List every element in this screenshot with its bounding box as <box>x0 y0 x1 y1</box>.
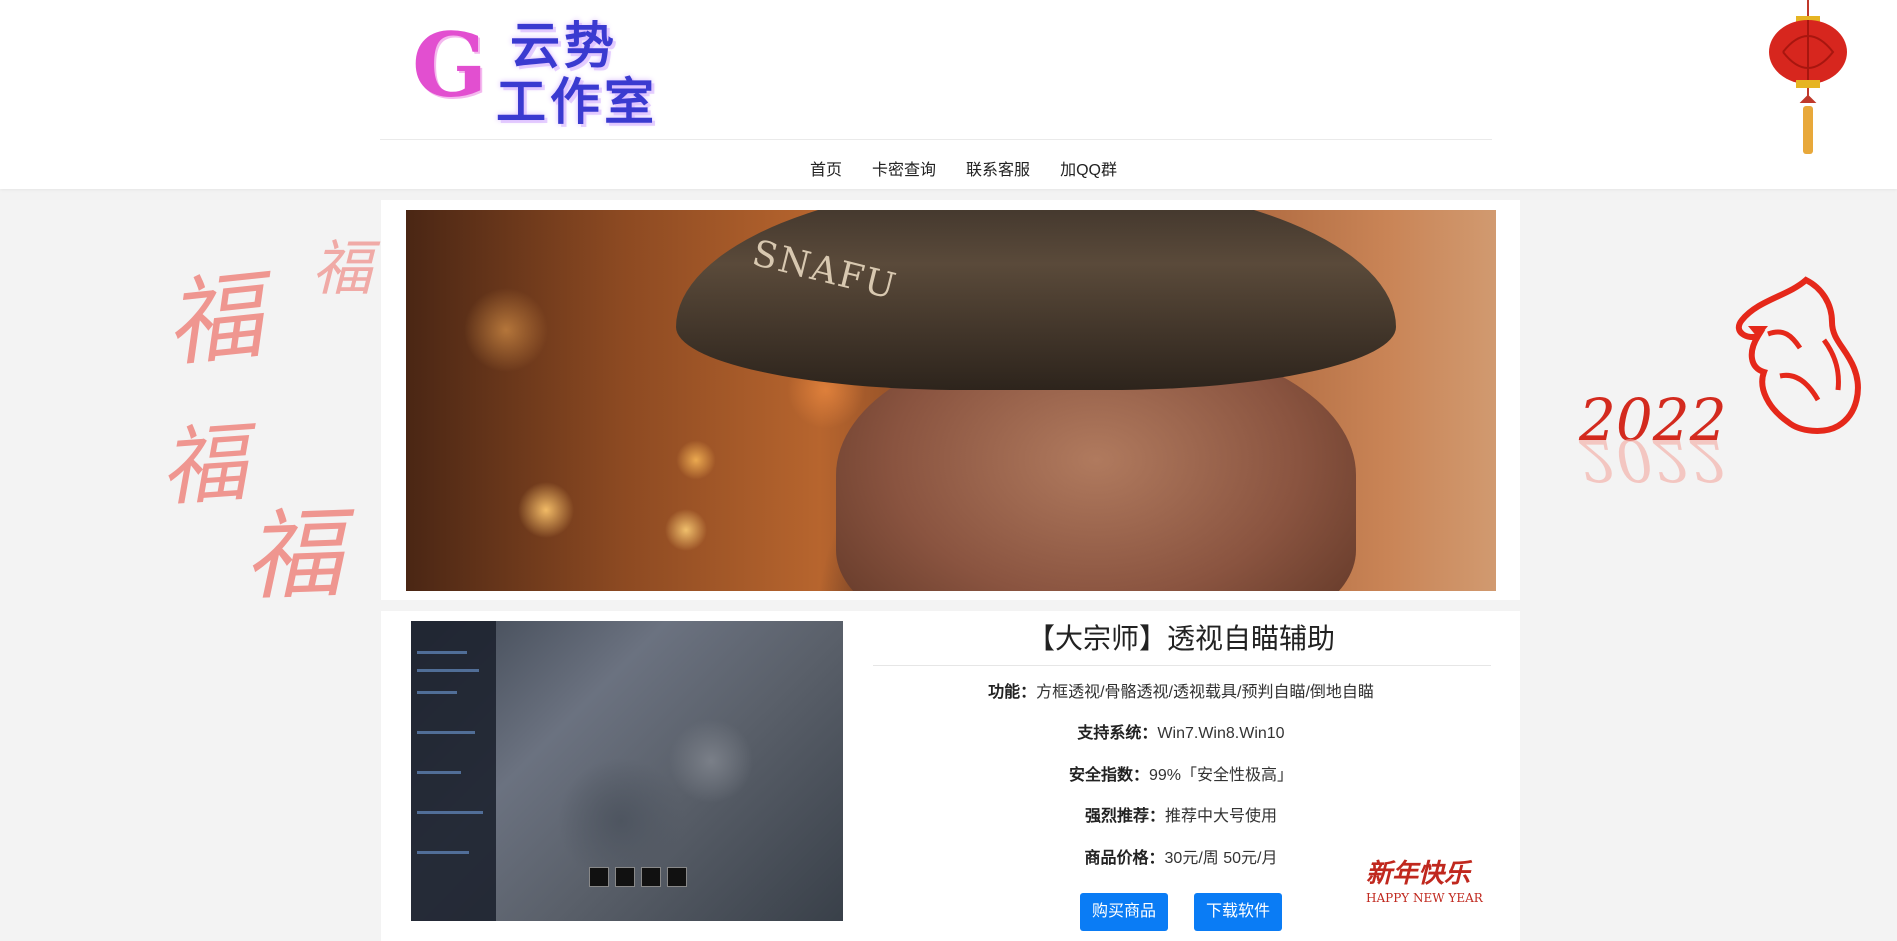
menu-line <box>417 771 461 774</box>
happy-new-year-decoration: 新年快乐 HAPPY NEW YEAR <box>1366 859 1484 905</box>
site-header: G 云势 工作室 首页 卡密查询 联系客服 加QQ群 <box>0 0 1897 189</box>
product-screenshot[interactable] <box>411 621 843 921</box>
recommend-value: 推荐中大号使用 <box>1165 808 1278 825</box>
fu-decoration: 福 <box>312 234 372 304</box>
buy-button[interactable]: 购买商品 <box>1080 893 1169 931</box>
safety-label: 安全指数： <box>1068 767 1149 784</box>
product-title: 【大宗师】透视自瞄辅助 <box>1026 623 1335 654</box>
fu-decoration: 福 <box>157 413 250 519</box>
system-label: 支持系统： <box>1077 725 1158 742</box>
happy-en-text: HAPPY NEW YEAR <box>1366 891 1484 905</box>
menu-line <box>417 651 467 654</box>
tiger-icon <box>1735 276 1861 434</box>
product-system: 支持系统：Win7.Win8.Win10 <box>871 719 1491 743</box>
recommend-label: 强烈推荐： <box>1084 808 1165 825</box>
main-nav: 首页 卡密查询 联系客服 加QQ群 <box>0 150 1897 186</box>
menu-line <box>417 731 475 734</box>
year-reflection: 2022 <box>1578 426 1727 494</box>
fu-decoration: 福 <box>160 259 268 381</box>
banner-image: SNAFU <box>406 210 1496 591</box>
safety-value: 99%「安全性极高」 <box>1148 767 1294 784</box>
nav-card-query[interactable]: 卡密查询 <box>872 156 936 180</box>
logo-letter: G <box>412 13 488 117</box>
menu-line <box>417 851 469 854</box>
year-2022-decoration: 2022 2022 <box>1578 388 1727 494</box>
menu-line <box>417 691 457 694</box>
site-logo[interactable]: G 云势 工作室 <box>410 0 680 135</box>
menu-line <box>417 669 479 672</box>
download-button[interactable]: 下载软件 <box>1194 893 1283 931</box>
nav-home[interactable]: 首页 <box>810 156 842 180</box>
product-safety: 安全指数：99%「安全性极高」 <box>871 761 1491 785</box>
product-card: 【大宗师】透视自瞄辅助 功能：方框透视/骨骼透视/透视载具/预判自瞄/倒地自瞄 … <box>381 611 1520 941</box>
product-features: 功能：方框透视/骨骼透视/透视载具/预判自瞄/倒地自瞄 <box>871 678 1491 702</box>
price-value: 30元/周 50元/月 <box>1164 850 1278 867</box>
fu-decoration: 福 <box>242 497 345 615</box>
lantern-icon <box>1769 0 1847 154</box>
game-hud <box>589 867 687 887</box>
features-label: 功能： <box>988 684 1037 701</box>
nav-contact-support[interactable]: 联系客服 <box>966 156 1030 180</box>
nav-join-qq-group[interactable]: 加QQ群 <box>1060 156 1117 180</box>
product-recommend: 强烈推荐：推荐中大号使用 <box>871 802 1491 826</box>
price-label: 商品价格： <box>1084 850 1165 867</box>
happy-cn-text: 新年快乐 <box>1366 859 1473 889</box>
title-divider <box>873 665 1491 666</box>
menu-line <box>417 811 483 814</box>
header-divider <box>380 139 1492 140</box>
banner-card: SNAFU <box>381 200 1520 600</box>
soldier-helmet <box>676 210 1396 390</box>
system-value: Win7.Win8.Win10 <box>1157 725 1285 742</box>
logo-text-line2: 工作室 <box>496 72 658 131</box>
features-value: 方框透视/骨骼透视/透视载具/预判自瞄/倒地自瞄 <box>1036 684 1374 701</box>
